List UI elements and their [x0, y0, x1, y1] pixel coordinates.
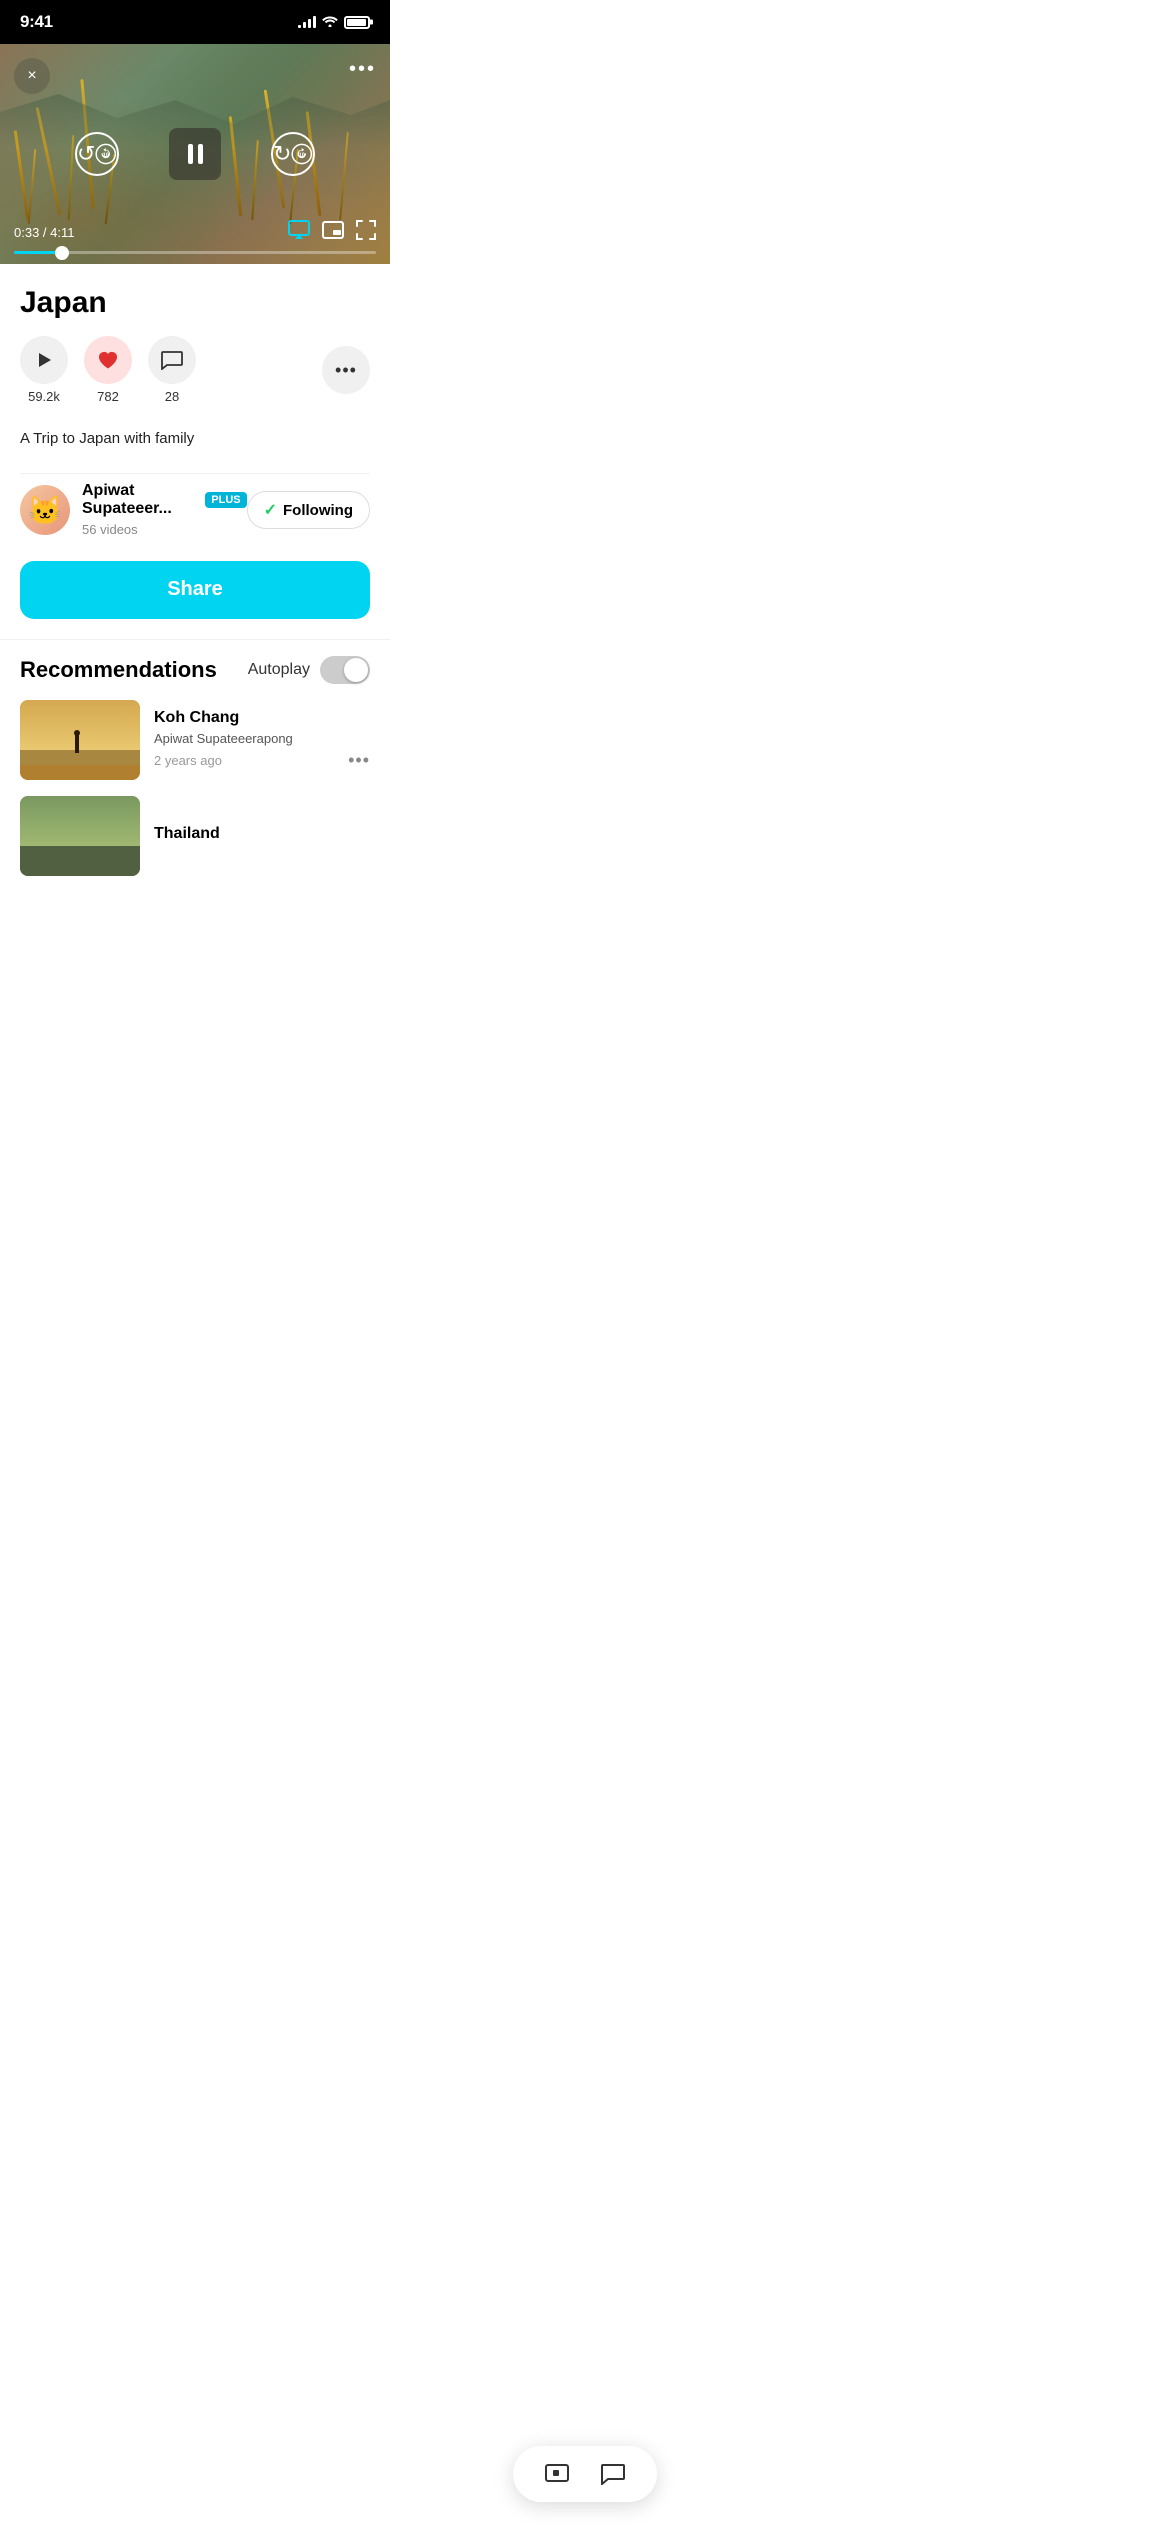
playback-controls: 10 10 — [75, 128, 315, 180]
rec-time: 2 years ago — [154, 753, 222, 768]
like-button[interactable]: 782 — [84, 336, 132, 404]
video-player[interactable]: × ••• 10 10 — [0, 44, 390, 264]
rec-info: Thailand — [154, 825, 370, 847]
status-time: 9:41 — [20, 12, 53, 32]
progress-bar[interactable] — [14, 251, 376, 254]
video-bottom-controls: 0:33 / 4:11 — [0, 212, 390, 264]
following-button[interactable]: ✓ Following — [247, 491, 370, 529]
recommendation-item: Koh Chang Apiwat Supateeerapong 2 years … — [0, 700, 390, 796]
comment-count: 28 — [165, 389, 179, 404]
replay-button[interactable]: 10 — [75, 132, 119, 176]
forward-button[interactable]: 10 — [271, 132, 315, 176]
recommendations-title: Recommendations — [20, 657, 217, 683]
rec-info: Koh Chang Apiwat Supateeerapong 2 years … — [154, 709, 370, 771]
author-video-count: 56 videos — [82, 522, 138, 537]
airplay-icon[interactable] — [288, 220, 310, 245]
more-options-button[interactable]: ••• — [349, 58, 376, 81]
comment-button[interactable]: 28 — [148, 336, 196, 404]
rec-video-title: Koh Chang — [154, 709, 370, 727]
play-count: 59.2k — [28, 389, 60, 404]
svg-text:10: 10 — [103, 152, 109, 158]
status-bar: 9:41 — [0, 0, 390, 44]
rec-video-title: Thailand — [154, 825, 370, 843]
video-description: A Trip to Japan with family — [20, 418, 370, 473]
progress-thumb[interactable] — [55, 246, 69, 260]
rec-more-button[interactable]: ••• — [348, 750, 370, 771]
author-row: 🐱 Apiwat Supateeer... PLUS 56 videos ✓ F… — [20, 473, 370, 561]
picture-in-picture-icon[interactable] — [322, 221, 344, 244]
pause-button[interactable] — [169, 128, 221, 180]
play-count-button[interactable]: 59.2k — [20, 336, 68, 404]
svg-text:10: 10 — [299, 152, 305, 158]
recommendation-item: Thailand — [0, 796, 390, 876]
chat-icon[interactable] — [599, 2460, 627, 2488]
author-info: Apiwat Supateeer... PLUS 56 videos — [82, 482, 247, 539]
author-name: Apiwat Supateeer... — [82, 482, 199, 518]
autoplay-label: Autoplay — [248, 661, 310, 679]
autoplay-toggle[interactable] — [320, 656, 370, 684]
more-actions-button[interactable]: ••• — [322, 346, 370, 394]
autoplay-row: Autoplay — [248, 656, 370, 684]
play-icon-circle — [20, 336, 68, 384]
share-button[interactable]: Share — [20, 561, 370, 619]
video-title: Japan — [20, 264, 370, 336]
plus-badge: PLUS — [205, 492, 246, 508]
rec-thumbnail[interactable] — [20, 700, 140, 780]
video-time: 0:33 / 4:11 — [14, 225, 75, 240]
fullscreen-icon[interactable] — [356, 220, 376, 245]
content-area: Japan 59.2k 782 28 — [0, 264, 390, 619]
recommendations-header: Recommendations Autoplay — [0, 656, 390, 700]
toggle-knob — [344, 658, 368, 682]
rec-thumbnail[interactable] — [20, 796, 140, 876]
signal-icon — [298, 16, 316, 28]
video-player-icon[interactable] — [543, 2460, 571, 2488]
wifi-icon — [322, 14, 338, 30]
action-row: 59.2k 782 28 ••• — [20, 336, 370, 418]
like-icon-circle — [84, 336, 132, 384]
battery-icon — [344, 16, 370, 29]
bottom-bar — [513, 2446, 657, 2502]
like-count: 782 — [97, 389, 119, 404]
rec-author: Apiwat Supateeerapong — [154, 731, 370, 746]
close-button[interactable]: × — [14, 58, 50, 94]
avatar-icon: 🐱 — [28, 494, 63, 527]
checkmark-icon: ✓ — [264, 500, 277, 520]
status-icons — [298, 14, 370, 30]
author-avatar: 🐱 — [20, 485, 70, 535]
recommendations-section: Recommendations Autoplay — [0, 639, 390, 876]
comment-icon-circle — [148, 336, 196, 384]
